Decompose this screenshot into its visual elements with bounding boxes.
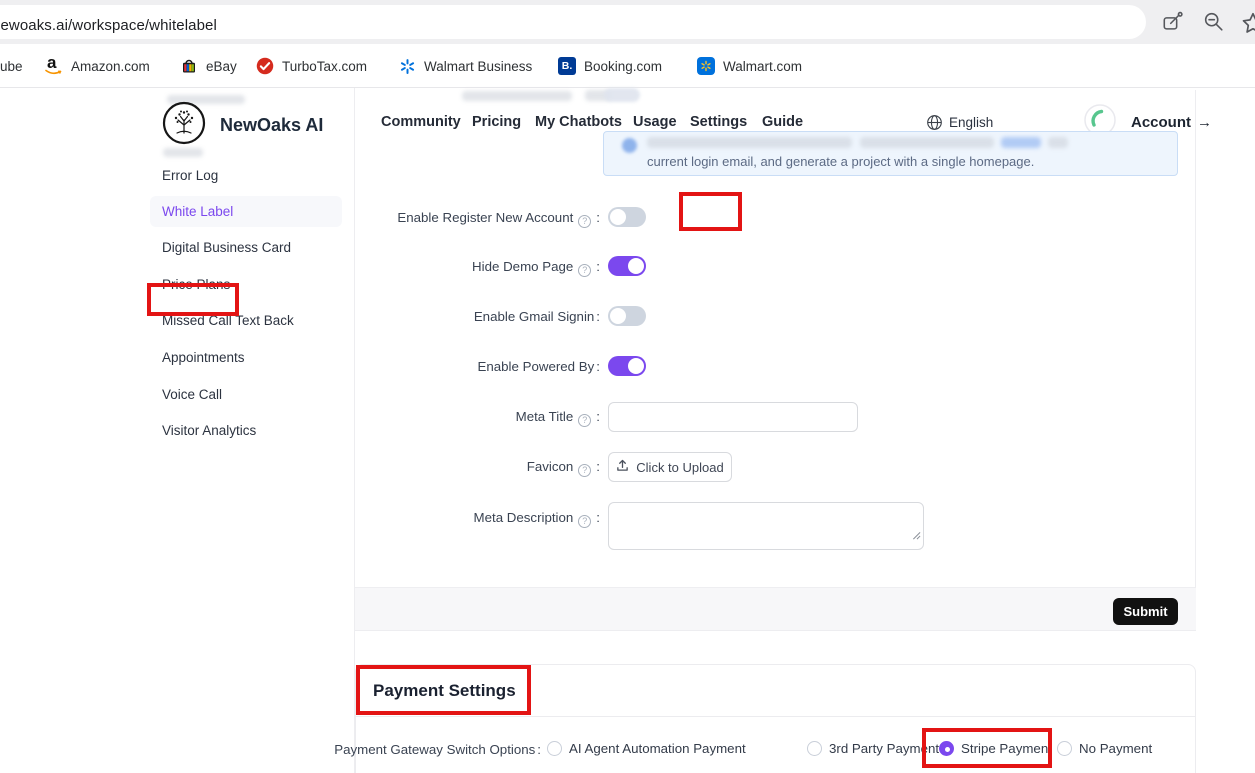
- label-meta-title: Meta Title?:: [280, 409, 600, 427]
- toggle-enable-powered-by[interactable]: [608, 356, 646, 376]
- newoaks-logo-icon: [162, 101, 206, 150]
- nav-settings[interactable]: Settings: [690, 114, 747, 130]
- walmart-tile-icon: [697, 57, 715, 75]
- label-enable-gmail-signin: Enable Gmail Signin:: [280, 309, 600, 324]
- bookmark-turbotax[interactable]: TurboTax.com: [256, 44, 367, 88]
- submit-button[interactable]: Submit: [1113, 598, 1178, 625]
- redacted-link: [1001, 137, 1041, 148]
- radio-no-payment[interactable]: No Payment: [1057, 741, 1152, 756]
- meta-description-field: [608, 502, 924, 550]
- nav-usage[interactable]: Usage: [633, 114, 677, 130]
- sidebar-item-digital-business-card[interactable]: Digital Business Card: [162, 240, 291, 255]
- annotation-payment-settings: [356, 665, 531, 715]
- address-url[interactable]: newoaks.ai/workspace/whitelabel: [0, 17, 217, 34]
- label-hide-demo-page: Hide Demo Page?:: [280, 259, 600, 277]
- bookmark-walmart-business[interactable]: Walmart Business: [398, 44, 532, 88]
- ebay-bag-icon: [180, 57, 198, 75]
- radio-circle[interactable]: [807, 741, 822, 756]
- sidebar-item-error-log[interactable]: Error Log: [162, 168, 218, 183]
- banner-text: current login email, and generate a proj…: [647, 154, 1034, 169]
- toggle-hide-demo-page[interactable]: [608, 256, 646, 276]
- bookmark-youtube[interactable]: ube: [0, 44, 23, 88]
- upload-button-label: Click to Upload: [636, 460, 723, 475]
- radio-label: No Payment: [1079, 741, 1152, 756]
- language-selector[interactable]: English: [949, 115, 993, 130]
- annotation-settings-tab: [679, 192, 742, 231]
- nav-pricing[interactable]: Pricing: [472, 114, 521, 130]
- amazon-icon: a: [45, 56, 63, 76]
- resize-handle-icon[interactable]: [912, 527, 921, 545]
- bookmark-label: ube: [0, 59, 23, 74]
- payment-gateway-label: Payment Gateway Switch Options:: [241, 742, 541, 757]
- bookmark-label: eBay: [206, 59, 237, 74]
- walmart-spark-icon: [398, 57, 416, 75]
- radio-ai-agent-automation-payment[interactable]: AI Agent Automation Payment: [547, 741, 746, 756]
- radio-3rd-party-payment[interactable]: 3rd Party Payment: [807, 741, 939, 756]
- share-icon[interactable]: [1162, 11, 1184, 33]
- info-icon: [622, 138, 637, 153]
- annotation-stripe-payment: [922, 728, 1052, 768]
- page-body: NewOaks AI Error Log White Label Digital…: [0, 88, 1255, 773]
- bookmark-ebay[interactable]: eBay: [180, 44, 237, 88]
- bookmark-label: Walmart.com: [723, 59, 802, 74]
- annotation-white-label: [147, 283, 239, 316]
- turbotax-check-icon: [256, 57, 274, 75]
- redacted-text: [163, 148, 203, 157]
- info-banner: current login email, and generate a proj…: [603, 131, 1178, 176]
- bookmark-walmart-com[interactable]: Walmart.com: [697, 44, 802, 88]
- sidebar-item-white-label[interactable]: White Label: [162, 204, 233, 219]
- bookmark-label: TurboTax.com: [282, 59, 367, 74]
- label-enable-powered-by: Enable Powered By:: [280, 359, 600, 374]
- bookmark-label: Walmart Business: [424, 59, 532, 74]
- bookmark-label: Amazon.com: [71, 59, 150, 74]
- form-footer: Submit: [355, 587, 1196, 631]
- radio-circle[interactable]: [547, 741, 562, 756]
- bookmarks-bar: ube a Amazon.com: [0, 44, 1255, 88]
- account-arrow-icon: →: [1197, 114, 1212, 131]
- meta-description-textarea[interactable]: [608, 502, 924, 550]
- redacted-toggle: [604, 88, 640, 102]
- meta-title-input[interactable]: [608, 402, 858, 432]
- toggle-enable-gmail-signin[interactable]: [608, 306, 646, 326]
- bookmark-amazon[interactable]: a Amazon.com: [45, 44, 150, 88]
- nav-community[interactable]: Community: [381, 114, 461, 130]
- bookmark-booking[interactable]: B. Booking.com: [558, 44, 662, 88]
- browser-chrome: newoaks.ai/workspace/whitelabel: [0, 0, 1255, 44]
- card-right-border: [1195, 90, 1196, 587]
- divider: [356, 716, 1195, 717]
- nav-guide[interactable]: Guide: [762, 114, 803, 130]
- nav-my-chatbots[interactable]: My Chatbots: [535, 114, 622, 130]
- label-enable-register-new-account: Enable Register New Account?:: [280, 210, 600, 228]
- label-meta-description: Meta Description?:: [280, 510, 600, 528]
- screen: newoaks.ai/workspace/whitelabel ube a: [0, 0, 1255, 773]
- brand-name: NewOaks AI: [220, 115, 323, 136]
- help-icon[interactable]: ?: [578, 464, 591, 477]
- redacted-text: [1048, 137, 1068, 148]
- help-icon[interactable]: ?: [578, 215, 591, 228]
- upload-icon: [616, 459, 629, 475]
- brand: NewOaks AI: [162, 101, 323, 150]
- help-icon[interactable]: ?: [578, 264, 591, 277]
- redacted-text: [462, 91, 572, 101]
- help-icon[interactable]: ?: [578, 515, 591, 528]
- booking-icon: B.: [558, 57, 576, 75]
- favorites-star-icon[interactable]: [1241, 11, 1255, 33]
- account-label: Account: [1131, 114, 1191, 131]
- radio-label: AI Agent Automation Payment: [569, 741, 746, 756]
- sidebar-item-voice-call[interactable]: Voice Call: [162, 387, 222, 402]
- sidebar-item-appointments[interactable]: Appointments: [162, 350, 245, 365]
- redacted-text: [647, 137, 852, 148]
- redacted-text: [860, 137, 994, 148]
- radio-circle[interactable]: [1057, 741, 1072, 756]
- zoom-out-icon[interactable]: [1203, 11, 1225, 33]
- sidebar-item-visitor-analytics[interactable]: Visitor Analytics: [162, 423, 256, 438]
- label-favicon: Favicon?:: [280, 459, 600, 477]
- favicon-upload-button[interactable]: Click to Upload: [608, 452, 732, 482]
- address-bar[interactable]: newoaks.ai/workspace/whitelabel: [0, 5, 1146, 39]
- account-menu[interactable]: Account →: [1131, 114, 1212, 131]
- toggle-enable-register-new-account[interactable]: [608, 207, 646, 227]
- bookmark-label: Booking.com: [584, 59, 662, 74]
- help-icon[interactable]: ?: [578, 414, 591, 427]
